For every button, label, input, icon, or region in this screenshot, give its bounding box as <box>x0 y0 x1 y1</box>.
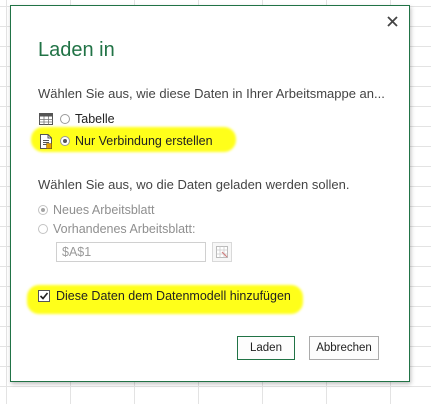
location-prompt: Wählen Sie aus, wo die Daten geladen wer… <box>38 177 350 192</box>
dialog-title: Laden in <box>38 39 115 61</box>
existing-sheet-label: Vorhandenes Arbeitsblatt: <box>53 222 196 236</box>
cell-reference-input[interactable]: $A$1 <box>56 242 206 262</box>
close-button[interactable] <box>383 12 401 30</box>
checkmark-icon <box>39 292 49 300</box>
table-radio[interactable] <box>60 114 70 124</box>
option-new-sheet[interactable]: Neues Arbeitsblatt <box>38 201 154 219</box>
cancel-button[interactable]: Abbrechen <box>309 336 379 360</box>
option-data-model[interactable]: Diese Daten dem Datenmodell hinzufügen <box>38 287 291 305</box>
data-model-checkbox[interactable] <box>38 290 50 302</box>
new-sheet-label: Neues Arbeitsblatt <box>53 203 155 217</box>
table-icon <box>38 111 54 127</box>
option-existing-sheet[interactable]: Vorhandenes Arbeitsblatt: <box>38 220 195 238</box>
connection-only-radio[interactable] <box>60 136 70 146</box>
range-select-icon <box>216 246 228 258</box>
connection-icon <box>38 133 54 149</box>
data-model-label: Diese Daten dem Datenmodell hinzufügen <box>56 289 291 303</box>
option-table[interactable]: Tabelle <box>38 110 115 128</box>
table-label: Tabelle <box>75 112 115 126</box>
existing-sheet-radio[interactable] <box>38 224 48 234</box>
view-prompt: Wählen Sie aus, wie diese Daten in Ihrer… <box>38 86 385 101</box>
load-button[interactable]: Laden <box>237 336 295 360</box>
new-sheet-radio[interactable] <box>38 205 48 215</box>
close-icon <box>386 15 398 27</box>
connection-only-label: Nur Verbindung erstellen <box>75 134 213 148</box>
option-connection-only[interactable]: Nur Verbindung erstellen <box>38 132 213 150</box>
range-select-button[interactable] <box>212 242 232 262</box>
load-to-dialog: Laden in Wählen Sie aus, wie diese Daten… <box>10 5 410 382</box>
